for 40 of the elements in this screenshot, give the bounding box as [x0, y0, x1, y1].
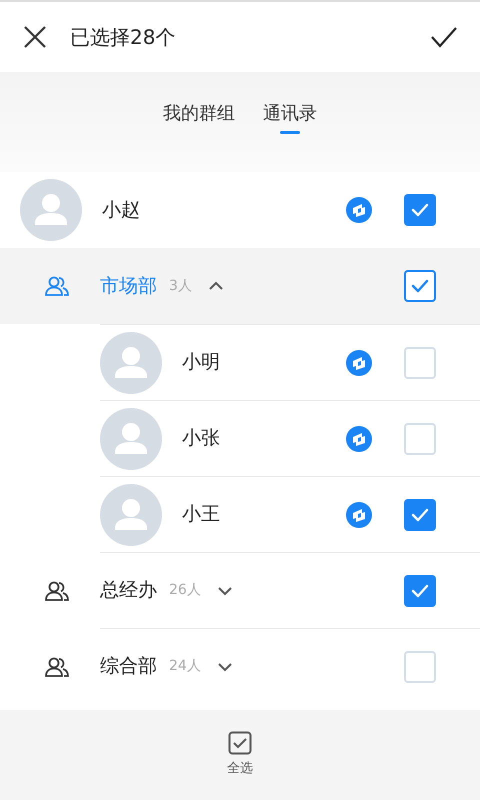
group-name: 综合部 — [100, 654, 157, 680]
check-icon — [411, 508, 429, 522]
check-icon — [411, 203, 429, 217]
member-count: 24人 — [169, 657, 201, 676]
checkbox[interactable] — [404, 270, 436, 302]
avatar-icon — [100, 484, 162, 546]
contact-name: 小王 — [182, 502, 221, 528]
people-icon — [44, 580, 70, 602]
checkbox[interactable] — [404, 194, 436, 226]
people-icon — [44, 656, 70, 678]
window-title: 已选择28个 — [70, 24, 176, 51]
group-name: 总经办 — [100, 578, 157, 604]
people-icon — [44, 275, 70, 297]
member-count: 3人 — [169, 276, 192, 296]
app-badge-icon — [346, 426, 372, 452]
app-badge-icon — [346, 502, 372, 528]
contact-name: 小赵 — [102, 198, 141, 223]
tab[interactable]: 我的群组 — [163, 100, 235, 138]
chevron-up-icon[interactable] — [208, 281, 224, 291]
checkbox[interactable] — [404, 574, 436, 606]
check-icon — [411, 279, 429, 293]
checkbox[interactable] — [404, 498, 436, 530]
select-all-button[interactable]: 全选 — [227, 731, 253, 779]
app-badge-icon — [346, 197, 372, 223]
check-icon — [411, 584, 429, 598]
checkbox-icon — [228, 731, 252, 756]
tab[interactable]: 通讯录 — [263, 100, 317, 138]
member-count: 26人 — [169, 581, 201, 600]
check-icon — [430, 26, 458, 48]
avatar-icon — [100, 332, 162, 394]
chevron-down-icon[interactable] — [216, 586, 233, 596]
avatar-icon — [20, 179, 82, 241]
chevron-down-icon[interactable] — [216, 662, 233, 672]
group-name: 市场部 — [100, 274, 157, 299]
avatar-icon — [100, 408, 162, 470]
close-icon — [22, 24, 48, 50]
contact-name: 小张 — [182, 426, 221, 452]
app-badge-icon — [346, 350, 372, 376]
close-button[interactable] — [22, 24, 48, 50]
contact-name: 小明 — [182, 350, 221, 376]
